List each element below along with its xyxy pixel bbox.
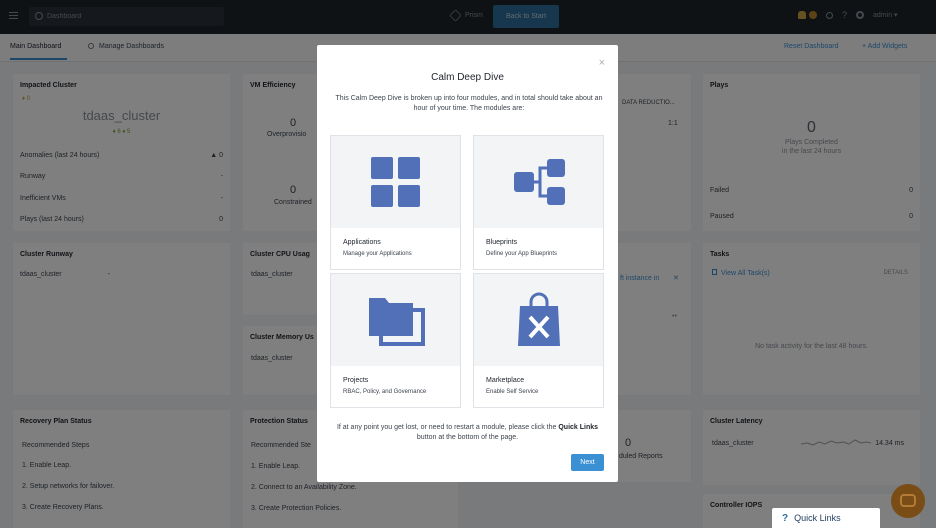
quick-links-button[interactable]: ? Quick Links: [772, 508, 880, 528]
apps-grid-icon: [371, 157, 420, 207]
blueprint-icon: [514, 159, 565, 205]
close-icon[interactable]: ×: [599, 57, 605, 69]
folders-icon: [369, 298, 425, 346]
quick-links-label: Quick Links: [794, 513, 841, 523]
module-card-projects[interactable]: Projects RBAC, Policy, and Governance: [330, 273, 461, 408]
next-button[interactable]: Next: [571, 454, 604, 471]
module-card-applications[interactable]: Applications Manage your Applications: [330, 135, 461, 270]
modal-title: Calm Deep Dive: [431, 72, 504, 83]
chat-icon: [900, 494, 916, 507]
marketplace-bag-icon: [518, 292, 560, 346]
help-icon: ?: [782, 512, 789, 524]
calm-deep-dive-modal: × Calm Deep Dive This Calm Deep Dive is …: [317, 45, 618, 482]
modal-description: This Calm Deep Dive is broken up into fo…: [335, 95, 603, 112]
module-card-marketplace[interactable]: Marketplace Enable Self Service: [473, 273, 604, 408]
chat-launcher-button[interactable]: [891, 484, 925, 518]
modal-footer-text: If at any point you get lost, or need to…: [336, 424, 599, 441]
module-card-blueprints[interactable]: Blueprints Define your App Blueprints: [473, 135, 604, 270]
